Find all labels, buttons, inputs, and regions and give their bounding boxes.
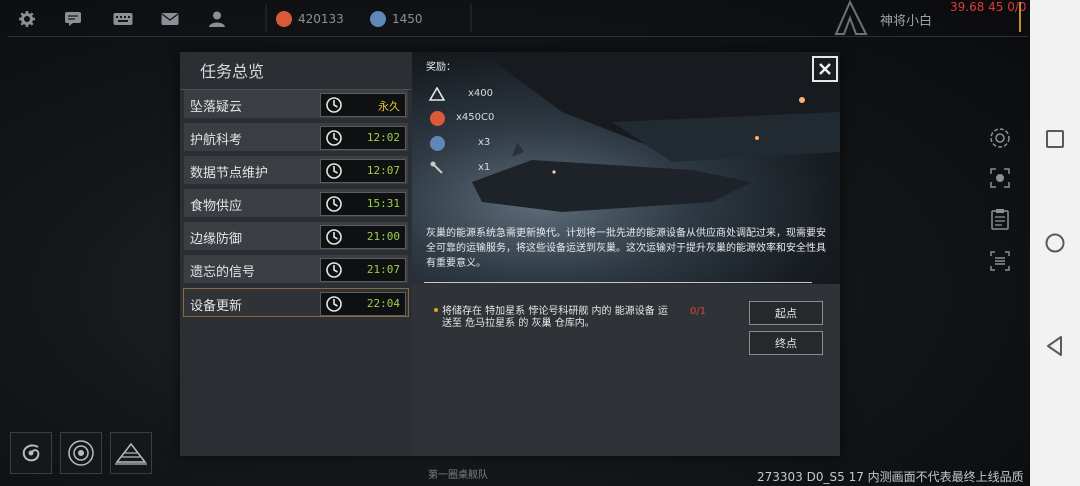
galaxy-icon[interactable]	[10, 432, 52, 474]
reward-qty: x450C0	[456, 112, 495, 123]
resource-orange: 420133	[276, 9, 344, 29]
back-button[interactable]	[1030, 331, 1080, 361]
close-icon	[819, 63, 831, 75]
reward-qty: x1	[478, 162, 491, 173]
top-bar-divider	[8, 36, 1028, 37]
task-list: 任务总览 坠落疑云 永久 护航科考 12:02 数据节点维护 12:07 食物供…	[180, 52, 412, 456]
build-notice: 273303 D0_S5 17 内测画面不代表最终上线品质	[757, 470, 1024, 484]
faction-emblem-icon	[832, 0, 874, 40]
resource-orange-value: 420133	[298, 12, 344, 26]
mail-icon[interactable]	[159, 10, 181, 28]
blue-token-icon	[370, 11, 386, 27]
start-point-button[interactable]: 起点	[749, 301, 823, 325]
panel-title: 任务总览	[200, 62, 265, 81]
task-timer: 12:07	[320, 159, 406, 183]
home-button[interactable]	[1030, 228, 1080, 258]
blue-token-icon	[428, 134, 446, 152]
task-timer: 15:31	[320, 192, 406, 216]
user-profile-icon[interactable]	[206, 10, 228, 28]
mission-description: 灰巢的能源系统急需更新换代。计划将一批先进的能源设备从供应商处调配过来，现需要安…	[426, 228, 826, 269]
clock-icon	[326, 229, 342, 245]
resource-blue-value: 1450	[392, 12, 423, 26]
task-time: 永久	[378, 100, 400, 113]
reward-qty: x3	[478, 137, 491, 148]
task-name: 坠落疑云	[190, 100, 243, 115]
reward-item: x3	[428, 134, 490, 152]
task-name: 护航科考	[190, 133, 243, 148]
list-frame-icon[interactable]	[988, 249, 1012, 273]
task-item[interactable]: 边缘防御 21:00	[184, 222, 408, 250]
task-item[interactable]: 护航科考 12:02	[184, 123, 408, 151]
orange-token-icon	[276, 11, 292, 27]
reward-qty: x400	[468, 88, 494, 99]
objective-text: 将储存在 特加星系 悖论号科研舰 内的 能源设备 运送至 危马拉星系 的 灰巢 …	[442, 306, 668, 329]
divider	[470, 4, 472, 32]
fps-indicator	[1019, 2, 1021, 32]
divider	[424, 282, 812, 283]
task-time: 15:31	[366, 197, 400, 210]
target-icon[interactable]	[988, 126, 1012, 150]
task-time: 12:07	[366, 164, 400, 177]
task-item[interactable]: 数据节点维护 12:07	[184, 156, 408, 184]
task-detail: 奖励： x400 x450C0 x3 x1 灰巢的能源系统急需更新换代。计划将一…	[412, 52, 840, 456]
task-time: 22:04	[366, 297, 400, 310]
task-item[interactable]: 坠落疑云 永久	[184, 90, 408, 118]
top-bar: 420133 1450 神将小白 39.68 45 0/0	[0, 0, 1030, 38]
task-name: 食物供应	[190, 199, 243, 214]
task-name: 边缘防御	[190, 232, 243, 247]
end-point-button[interactable]: 终点	[749, 331, 823, 355]
divider	[265, 4, 267, 32]
clock-icon	[326, 296, 342, 312]
settings-gear-icon[interactable]	[16, 10, 38, 28]
task-time: 21:07	[366, 263, 400, 276]
task-item[interactable]: 食物供应 15:31	[184, 189, 408, 217]
task-timer: 22:04	[320, 292, 406, 316]
system-nav-bar	[1030, 0, 1080, 486]
fps-readout: 39.68 45 0/0	[950, 0, 1027, 14]
triangle-emblem-icon	[428, 85, 446, 103]
clock-icon	[326, 262, 342, 278]
task-timer: 12:02	[320, 126, 406, 150]
task-name: 数据节点维护	[190, 166, 269, 181]
objective-section: 将储存在 特加星系 悖论号科研舰 内的 能源设备 运送至 危马拉星系 的 灰巢 …	[412, 284, 840, 456]
clipboard-icon[interactable]	[988, 207, 1012, 231]
close-button[interactable]	[812, 56, 838, 82]
reward-item: x450C0	[428, 109, 494, 127]
clock-icon	[326, 97, 342, 113]
chat-icon[interactable]	[63, 10, 85, 28]
reward-header: 奖励：	[426, 62, 456, 73]
clock-icon	[326, 163, 342, 179]
bullet-icon	[434, 308, 438, 312]
task-time: 21:00	[366, 230, 400, 243]
task-item-selected[interactable]: 设备更新 22:04	[183, 288, 409, 317]
terrain-icon[interactable]	[110, 432, 152, 474]
orbit-icon[interactable]	[60, 432, 102, 474]
objective-text-wrap: 将储存在 特加星系 悖论号科研舰 内的 能源设备 运送至 危马拉星系 的 灰巢 …	[434, 306, 672, 330]
task-item[interactable]: 遗忘的信号 21:07	[184, 255, 408, 283]
square-icon	[1046, 130, 1064, 148]
clock-icon	[326, 130, 342, 146]
task-timer: 21:00	[320, 225, 406, 249]
task-time: 12:02	[366, 131, 400, 144]
orange-token-icon	[428, 109, 446, 127]
clock-icon	[326, 196, 342, 212]
objective-count: 0/1	[690, 306, 707, 317]
task-name: 遗忘的信号	[190, 265, 256, 280]
tool-icon	[428, 159, 446, 177]
mission-artwork: 奖励： x400 x450C0 x3 x1 灰巢的能源系统急需更新换代。计划将一…	[412, 52, 840, 284]
back-triangle-icon	[1047, 336, 1062, 356]
reward-item: x400	[428, 85, 493, 103]
player-name[interactable]: 神将小白	[880, 10, 932, 29]
reward-item: x1	[428, 159, 490, 177]
recent-apps-button[interactable]	[1030, 124, 1080, 154]
fleet-label: 第一圈桌舰队	[428, 470, 488, 481]
circle-icon	[1045, 233, 1065, 253]
task-name: 设备更新	[190, 299, 243, 314]
resource-blue: 1450	[370, 9, 423, 29]
task-timer: 永久	[320, 93, 406, 117]
task-timer: 21:07	[320, 258, 406, 282]
scan-icon[interactable]	[988, 166, 1012, 190]
keyboard-icon[interactable]	[112, 10, 134, 28]
mission-overview-panel: 任务总览 坠落疑云 永久 护航科考 12:02 数据节点维护 12:07 食物供…	[180, 52, 840, 456]
